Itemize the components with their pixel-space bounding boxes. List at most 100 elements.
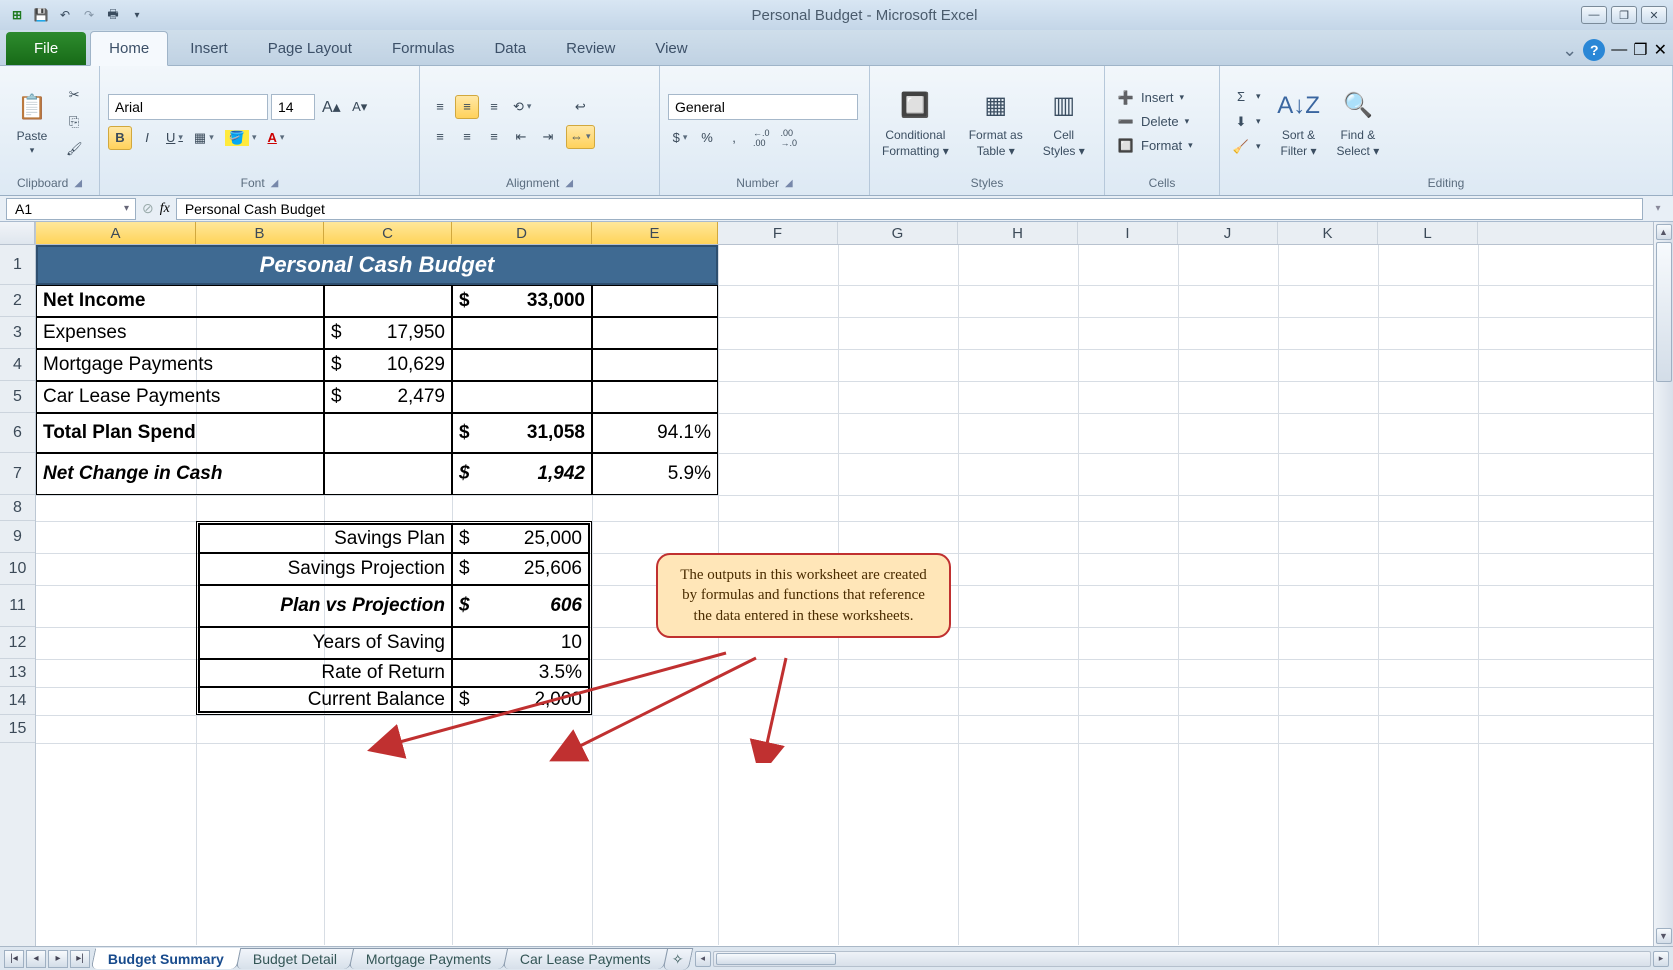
row-header[interactable]: 10 [0,553,35,585]
minimize-button[interactable]: — [1581,6,1607,24]
tab-nav-first-icon[interactable]: |◂ [4,950,24,968]
cell[interactable]: Expenses [36,317,324,349]
delete-cells-button[interactable]: ➖Delete ▾ [1113,111,1197,133]
dialog-launcher-icon[interactable]: ◢ [271,178,279,189]
align-right-icon[interactable]: ≡ [482,125,506,149]
borders-button[interactable]: ▦ [190,126,218,150]
column-header[interactable]: B [196,222,324,244]
italic-button[interactable]: I [135,126,159,150]
align-left-icon[interactable]: ≡ [428,125,452,149]
cell[interactable]: Rate of Return [199,659,452,687]
merge-center-button[interactable]: ⇔ [566,125,595,149]
column-header[interactable]: K [1278,222,1378,244]
column-header[interactable]: J [1178,222,1278,244]
cancel-formula-icon[interactable]: ⊘ [142,200,154,217]
cell-title[interactable]: Personal Cash Budget [36,245,718,285]
fill-color-button[interactable]: 🪣 [221,126,261,150]
cell[interactable]: $1,942 [452,453,592,495]
scroll-right-icon[interactable]: ▸ [1653,951,1669,967]
help-icon[interactable]: ? [1583,39,1605,61]
row-header[interactable]: 5 [0,381,35,413]
row-header[interactable]: 7 [0,453,35,495]
cell[interactable]: Savings Plan [199,524,452,553]
column-header[interactable]: I [1078,222,1178,244]
cell[interactable]: 10 [452,627,589,659]
row-header[interactable]: 12 [0,627,35,659]
cell[interactable]: $25,606 [452,553,589,585]
name-box[interactable]: A1 [6,198,136,220]
column-header[interactable]: C [324,222,452,244]
tab-home[interactable]: Home [90,31,168,66]
workbook-restore-button[interactable]: ❐ [1633,40,1647,60]
cell[interactable]: 94.1% [592,413,718,453]
indent-inc-icon[interactable]: ⇥ [536,125,560,149]
cell[interactable]: Plan vs Projection [199,585,452,627]
sheet-tab-budget-summary[interactable]: Budget Summary [91,948,241,969]
horizontal-scrollbar[interactable]: ◂ ▸ [691,951,1673,967]
column-header[interactable]: G [838,222,958,244]
tab-formulas[interactable]: Formulas [374,32,473,65]
workbook-minimize-button[interactable]: — [1611,41,1627,59]
expand-formula-bar-icon[interactable]: ▾ [1649,203,1667,214]
cell[interactable] [452,317,592,349]
copy-icon[interactable]: ⎘ [62,110,87,134]
sheet-tab-mortgage-payments[interactable]: Mortgage Payments [349,948,509,969]
fx-icon[interactable]: fx [160,201,170,217]
cell[interactable]: $31,058 [452,413,592,453]
cell[interactable]: Mortgage Payments [36,349,324,381]
print-icon[interactable]: 🖶 [102,4,124,26]
excel-icon[interactable]: ⊞ [6,4,28,26]
row-header[interactable]: 4 [0,349,35,381]
row-header[interactable]: 2 [0,285,35,317]
scroll-down-icon[interactable]: ▼ [1656,928,1672,944]
dialog-launcher-icon[interactable]: ◢ [785,178,793,189]
format-painter-icon[interactable]: 🖌 [62,137,87,161]
cell[interactable]: $2,000 [452,687,589,712]
cell[interactable] [592,381,718,413]
number-format-combo[interactable] [668,94,858,120]
align-top-icon[interactable]: ≡ [428,95,452,119]
cell[interactable] [592,317,718,349]
tab-page-layout[interactable]: Page Layout [250,32,370,65]
tab-nav-last-icon[interactable]: ▸| [70,950,90,968]
column-header[interactable]: D [452,222,592,244]
cell[interactable] [452,381,592,413]
cell[interactable]: $2,479 [324,381,452,413]
save-icon[interactable]: 💾 [30,4,52,26]
shrink-font-icon[interactable]: A▾ [348,95,372,119]
align-bottom-icon[interactable]: ≡ [482,95,506,119]
sheet-tab-car-lease-payments[interactable]: Car Lease Payments [503,948,668,969]
cell[interactable]: Years of Saving [199,627,452,659]
conditional-formatting-button[interactable]: 🔲ConditionalFormatting ▾ [878,86,953,158]
cell[interactable] [324,453,452,495]
row-header[interactable]: 11 [0,585,35,627]
cell[interactable] [592,349,718,381]
qat-customize-icon[interactable]: ▾ [126,4,148,26]
grid-area[interactable]: A B C D E F G H I J K L [36,222,1653,946]
cell[interactable] [452,349,592,381]
cut-icon[interactable]: ✂ [62,83,87,107]
cell[interactable]: 5.9% [592,453,718,495]
font-name-combo[interactable] [108,94,268,120]
format-cells-button[interactable]: 🔲Format ▾ [1113,135,1197,157]
row-header[interactable]: 1 [0,245,35,285]
format-as-table-button[interactable]: ▦Format asTable ▾ [965,86,1027,158]
cell[interactable]: Net Income [36,285,324,317]
align-center-icon[interactable]: ≡ [455,125,479,149]
redo-icon[interactable]: ↷ [78,4,100,26]
cell[interactable] [324,413,452,453]
scroll-up-icon[interactable]: ▲ [1656,224,1672,240]
formula-input[interactable]: Personal Cash Budget [176,198,1643,220]
tab-review[interactable]: Review [548,32,633,65]
row-header[interactable]: 14 [0,687,35,715]
tab-nav-next-icon[interactable]: ▸ [48,950,68,968]
decrease-decimal-button[interactable]: .00→.0 [777,126,802,150]
tab-view[interactable]: View [637,32,705,65]
minimize-ribbon-icon[interactable]: ⌄ [1562,40,1577,61]
bold-button[interactable]: B [108,126,132,150]
cell[interactable]: Total Plan Spend [36,413,324,453]
increase-decimal-button[interactable]: ←.0.00 [749,126,774,150]
sheet-tab-budget-detail[interactable]: Budget Detail [236,948,355,969]
fill-button[interactable]: ⬇▾ [1228,111,1265,133]
column-header[interactable]: A [36,222,196,244]
